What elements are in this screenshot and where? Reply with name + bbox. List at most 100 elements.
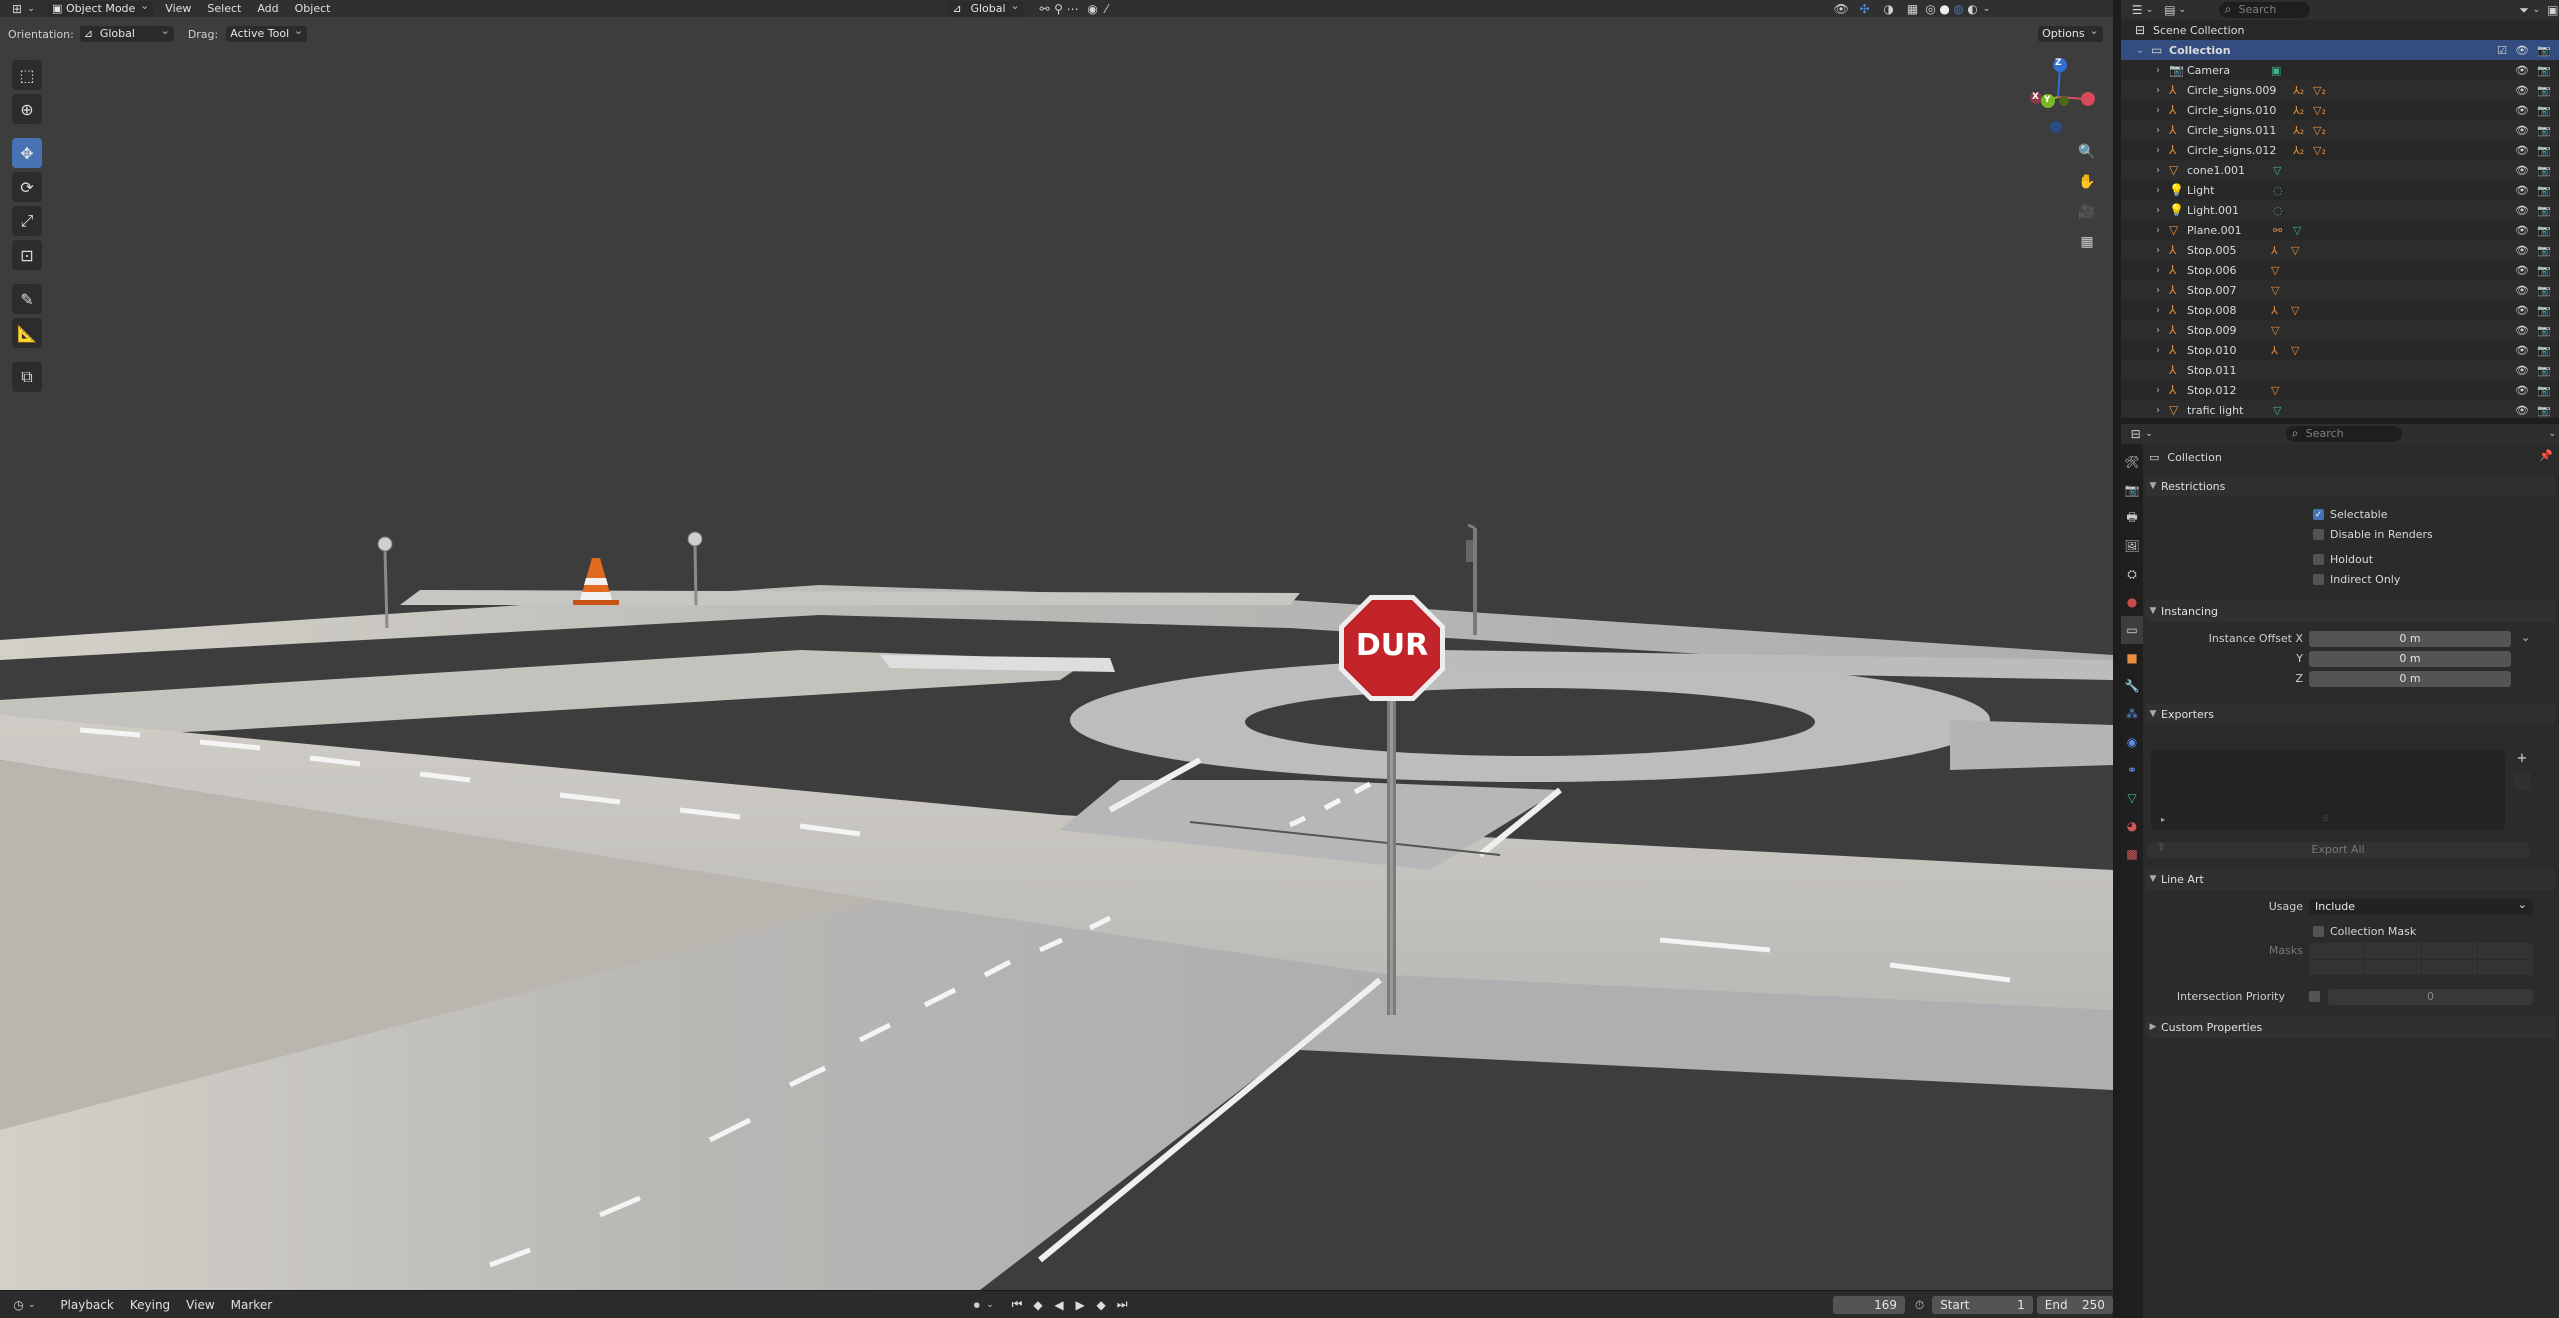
tab-physics[interactable]: ◉ bbox=[2121, 728, 2143, 756]
jump-start-button[interactable]: ⏮ bbox=[1009, 1297, 1024, 1313]
modifier-icon[interactable]: ▽ bbox=[2291, 344, 2299, 357]
chevron-right-icon[interactable]: › bbox=[2153, 305, 2163, 316]
render-camera-icon[interactable]: 📷 bbox=[2537, 84, 2551, 97]
render-camera-icon[interactable]: 📷 bbox=[2537, 404, 2551, 417]
eye-icon[interactable]: 👁 bbox=[2515, 44, 2529, 57]
menu-view[interactable]: View bbox=[157, 1, 199, 17]
collection-row[interactable]: ⌄ ▭ Collection ☑ 👁 📷 bbox=[2121, 40, 2559, 60]
render-camera-icon[interactable]: 📷 bbox=[2537, 124, 2551, 137]
render-camera-icon[interactable]: 📷 bbox=[2537, 44, 2551, 57]
outliner-item[interactable]: › 📷 Camera ▣ 👁 📷 bbox=[2121, 60, 2559, 80]
chevron-right-icon[interactable]: › bbox=[2153, 105, 2163, 116]
tab-output[interactable]: 🖶 bbox=[2121, 504, 2143, 532]
chevron-right-icon[interactable]: › bbox=[2153, 205, 2163, 216]
render-camera-icon[interactable]: 📷 bbox=[2537, 344, 2551, 357]
render-camera-icon[interactable]: 📷 bbox=[2537, 64, 2551, 77]
chevron-down-icon[interactable]: ⌄ bbox=[2143, 3, 2155, 17]
eye-icon[interactable]: 👁 bbox=[2515, 164, 2529, 177]
outliner-item[interactable]: › ⅄ Stop.008 ⅄ ▽ 👁 📷 bbox=[2121, 300, 2559, 320]
chevron-right-icon[interactable]: › bbox=[2153, 385, 2163, 396]
outliner-item[interactable]: › ▽ Plane.001 ⚯ ▽ 👁 📷 bbox=[2121, 220, 2559, 240]
stopwatch-icon[interactable]: ⏱ bbox=[1913, 1298, 1926, 1312]
menu-add[interactable]: Add bbox=[249, 1, 286, 17]
modifier-icon[interactable]: ▽₂ bbox=[2313, 124, 2326, 137]
rotate-tool[interactable]: ⟳ bbox=[12, 172, 42, 202]
outliner-editor-icon[interactable]: ☰ bbox=[2131, 3, 2143, 17]
play-button[interactable]: ▶ bbox=[1073, 1297, 1088, 1313]
scene-render[interactable]: DUR bbox=[0, 0, 2113, 1290]
gizmo-toggle-icon[interactable]: ✣ bbox=[1858, 2, 1872, 16]
menu-select[interactable]: Select bbox=[199, 1, 249, 17]
modifier-icon[interactable]: ▽ bbox=[2271, 264, 2279, 277]
3d-viewport[interactable]: DUR ⊞ ⌄ ▣ Object Mode View Select Add Ob… bbox=[0, 0, 2113, 1290]
chevron-right-icon[interactable]: › bbox=[2153, 165, 2163, 176]
chevron-right-icon[interactable]: › bbox=[2153, 285, 2163, 296]
options-dropdown[interactable]: Options bbox=[2038, 23, 2103, 42]
annotate-tool[interactable]: ✎ bbox=[12, 284, 42, 314]
keying-options-icon[interactable]: ⌄ bbox=[983, 1298, 996, 1312]
panel-instancing-header[interactable]: ▼ Instancing bbox=[2145, 600, 2555, 622]
properties-editor-icon[interactable]: ⊟ bbox=[2129, 427, 2142, 441]
eye-icon[interactable]: 👁 bbox=[2515, 224, 2529, 237]
exporter-menu-button[interactable] bbox=[2513, 772, 2531, 790]
chevron-right-icon[interactable]: › bbox=[2153, 345, 2163, 356]
outliner-item[interactable]: › ▽ trafic light ▽ 👁 📷 bbox=[2121, 400, 2559, 420]
chevron-right-icon[interactable]: › bbox=[2153, 185, 2163, 196]
panel-custom-properties-header[interactable]: ▶ Custom Properties bbox=[2145, 1016, 2555, 1038]
tab-render[interactable]: 📷 bbox=[2121, 476, 2143, 504]
chevron-right-icon[interactable]: › bbox=[2153, 225, 2163, 236]
mask-toggle[interactable] bbox=[2477, 959, 2533, 975]
rendered-shading-icon[interactable]: ◐ bbox=[1966, 2, 1980, 16]
render-camera-icon[interactable]: 📷 bbox=[2537, 384, 2551, 397]
render-camera-icon[interactable]: 📷 bbox=[2537, 184, 2551, 197]
tab-object[interactable]: ■ bbox=[2121, 644, 2143, 672]
orientation-select[interactable]: ⊿ Global bbox=[79, 23, 174, 42]
eye-icon[interactable]: 👁 bbox=[2515, 364, 2529, 377]
chevron-right-icon[interactable]: › bbox=[2153, 125, 2163, 136]
solid-shading-icon[interactable]: ● bbox=[1938, 2, 1952, 16]
area-separator[interactable] bbox=[2113, 0, 2121, 1318]
navigation-gizmo[interactable]: Z Y X bbox=[2020, 55, 2100, 135]
menu-marker[interactable]: Marker bbox=[223, 1297, 280, 1313]
tab-collection[interactable]: ▭ bbox=[2121, 616, 2143, 644]
render-camera-icon[interactable]: 📷 bbox=[2537, 244, 2551, 257]
intersection-priority-field[interactable]: 0 bbox=[2328, 989, 2533, 1005]
panel-line-art-header[interactable]: ▼ Line Art bbox=[2145, 868, 2555, 890]
pan-button[interactable]: ✋ bbox=[2075, 170, 2099, 194]
proportional-edit-icon[interactable]: ◉ bbox=[1086, 2, 1100, 16]
modifier-icon[interactable]: ▽₂ bbox=[2313, 104, 2326, 117]
xray-toggle-icon[interactable]: ▦ bbox=[1906, 2, 1920, 16]
eye-icon[interactable]: 👁 bbox=[2515, 324, 2529, 337]
render-camera-icon[interactable]: 📷 bbox=[2537, 144, 2551, 157]
animate-property-icon[interactable]: ⌄ bbox=[2521, 631, 2530, 644]
chevron-right-icon[interactable]: › bbox=[2153, 65, 2163, 76]
chevron-right-icon[interactable]: › bbox=[2153, 265, 2163, 276]
modifier-icon[interactable]: ▣ bbox=[2271, 64, 2281, 77]
disable-in-renders-checkbox[interactable]: Disable in Renders bbox=[2313, 528, 2433, 541]
tab-data[interactable]: ▽ bbox=[2121, 784, 2143, 812]
menu-object[interactable]: Object bbox=[287, 1, 339, 17]
chevron-down-icon[interactable]: ⌄ bbox=[24, 2, 38, 16]
add-cube-tool[interactable]: ⧉ bbox=[12, 362, 42, 392]
eye-icon[interactable]: 👁 bbox=[2515, 304, 2529, 317]
outliner-item[interactable]: › ⅄ Circle_signs.009 ⅄₂ ▽₂ 👁 📷 bbox=[2121, 80, 2559, 100]
visibility-icon[interactable]: 👁 bbox=[1834, 2, 1849, 16]
editor-type-icon[interactable]: ⊞ bbox=[10, 2, 24, 16]
modifier-icon[interactable]: ⚯ bbox=[2273, 224, 2282, 237]
eye-icon[interactable]: 👁 bbox=[2515, 404, 2529, 417]
material-shading-icon[interactable]: ◍ bbox=[1952, 2, 1966, 16]
instance-offset-x-field[interactable]: 0 m bbox=[2309, 631, 2511, 647]
modifier-icon[interactable]: ◌ bbox=[2273, 204, 2283, 217]
eye-icon[interactable]: 👁 bbox=[2515, 84, 2529, 97]
modifier-icon[interactable]: ⅄₂ bbox=[2293, 144, 2304, 157]
snap-settings-icon[interactable]: ⋯ bbox=[1066, 2, 1080, 16]
modifier-icon[interactable]: ⅄ bbox=[2271, 244, 2278, 257]
modifier-icon[interactable]: ▽ bbox=[2271, 324, 2279, 337]
render-camera-icon[interactable]: 📷 bbox=[2537, 304, 2551, 317]
modifier-icon[interactable]: ▽ bbox=[2271, 284, 2279, 297]
eye-icon[interactable]: 👁 bbox=[2515, 344, 2529, 357]
eye-icon[interactable]: 👁 bbox=[2515, 64, 2529, 77]
modifier-icon[interactable]: ⅄₂ bbox=[2293, 84, 2304, 97]
chevron-right-icon[interactable]: › bbox=[2153, 405, 2163, 416]
outliner-item[interactable]: › ⅄ Stop.009 ▽ 👁 📷 bbox=[2121, 320, 2559, 340]
